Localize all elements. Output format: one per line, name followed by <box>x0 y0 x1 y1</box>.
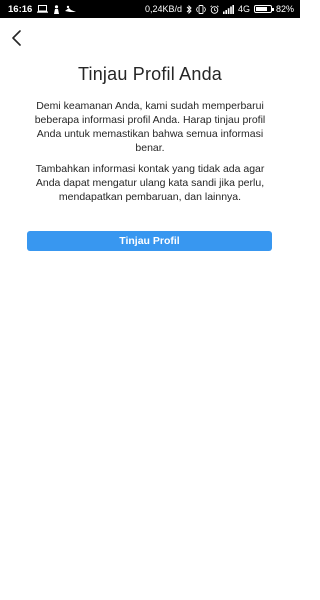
back-button[interactable] <box>5 28 29 52</box>
page-title: Tinjau Profil Anda <box>77 64 222 84</box>
bird-icon <box>65 5 77 13</box>
laptop-icon <box>37 5 49 13</box>
status-bar-left: 16:16 <box>8 3 77 15</box>
status-time: 16:16 <box>8 3 33 15</box>
vibrate-icon <box>196 4 206 14</box>
alarm-icon <box>210 4 219 14</box>
review-profile-button[interactable]: Tinjau Profil <box>27 231 272 251</box>
contact-info-text: Tambahkan informasi kontak yang tidak ad… <box>35 163 265 203</box>
status-bar-right: 0,24KB/d 4G 82% <box>145 4 294 14</box>
network-speed: 0,24KB/d <box>144 4 182 14</box>
network-type: 4G <box>237 4 250 14</box>
person-icon <box>53 4 60 14</box>
battery-icon <box>253 5 274 13</box>
security-notice-text: Demi keamanan Anda, kami sudah memperbar… <box>34 100 266 154</box>
battery-percent: 82% <box>275 4 294 14</box>
bluetooth-icon <box>186 4 192 14</box>
status-bar: 16:16 0,24KB/d 4G 82% <box>0 0 300 18</box>
signal-icon <box>222 4 234 14</box>
chevron-left-icon <box>10 29 24 51</box>
battery-fill <box>255 7 268 11</box>
